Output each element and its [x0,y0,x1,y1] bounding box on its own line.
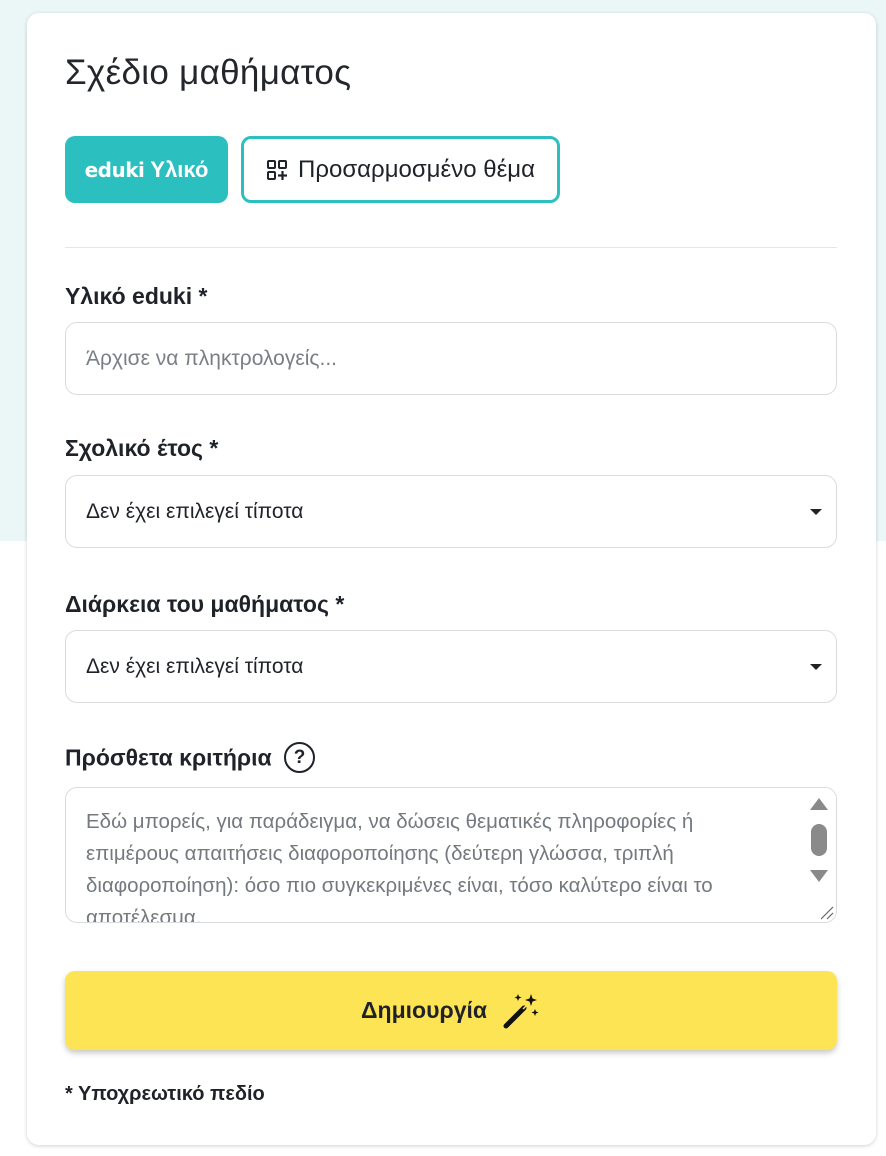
grid-plus-icon [266,159,288,181]
question-circle-icon[interactable]: ? [284,742,316,773]
scroll-up-arrow-icon[interactable] [810,798,828,810]
caret-down-icon [810,664,822,670]
duration-value: Δεν έχει επιλεγεί τίποτα [86,654,304,678]
material-label: Υλικό eduki * [65,283,208,309]
school-year-select[interactable]: Δεν έχει επιλεγεί τίποτα [65,475,837,548]
create-button-label: Δημιουργία [360,997,488,1023]
criteria-textarea[interactable]: Εδώ μπορείς, για παράδειγμα, να δώσεις θ… [65,787,837,923]
school-year-value: Δεν έχει επιλεγεί τίποτα [86,499,304,523]
scroll-thumb[interactable] [811,824,827,856]
material-search-input[interactable] [65,322,837,395]
lesson-plan-card: Σχέδιο μαθήματος eduki Υλικό Προσαρμοσμέ… [27,13,876,1145]
tab-custom-topic[interactable]: Προσαρμοσμένο θέμα [241,136,560,203]
page-title: Σχέδιο μαθήματος [65,53,352,92]
tab-custom-label: Προσαρμοσμένο θέμα [298,155,535,183]
criteria-label: Πρόσθετα κριτήρια [65,744,272,771]
magic-wand-icon [501,991,541,1031]
criteria-label-row: Πρόσθετα κριτήρια ? [65,742,316,775]
duration-select[interactable]: Δεν έχει επιλεγεί τίποτα [65,630,837,703]
duration-label: Διάρκεια του μαθήματος * [65,591,345,617]
resize-handle-icon[interactable] [818,904,834,920]
tab-eduki-label: Υλικό [150,156,209,182]
section-divider [65,247,837,248]
scroll-down-arrow-icon[interactable] [810,870,828,882]
caret-down-icon [810,509,822,515]
create-button[interactable]: Δημιουργία [65,971,837,1050]
tab-eduki-material[interactable]: eduki Υλικό [65,136,228,203]
eduki-logo: eduki [84,157,145,182]
required-field-note: * Υποχρεωτικό πεδίο [65,1083,265,1105]
criteria-placeholder: Εδώ μπορείς, για παράδειγμα, να δώσεις θ… [86,810,713,923]
criteria-scrollbar[interactable] [804,788,836,922]
school-year-label: Σχολικό έτος * [65,435,219,461]
